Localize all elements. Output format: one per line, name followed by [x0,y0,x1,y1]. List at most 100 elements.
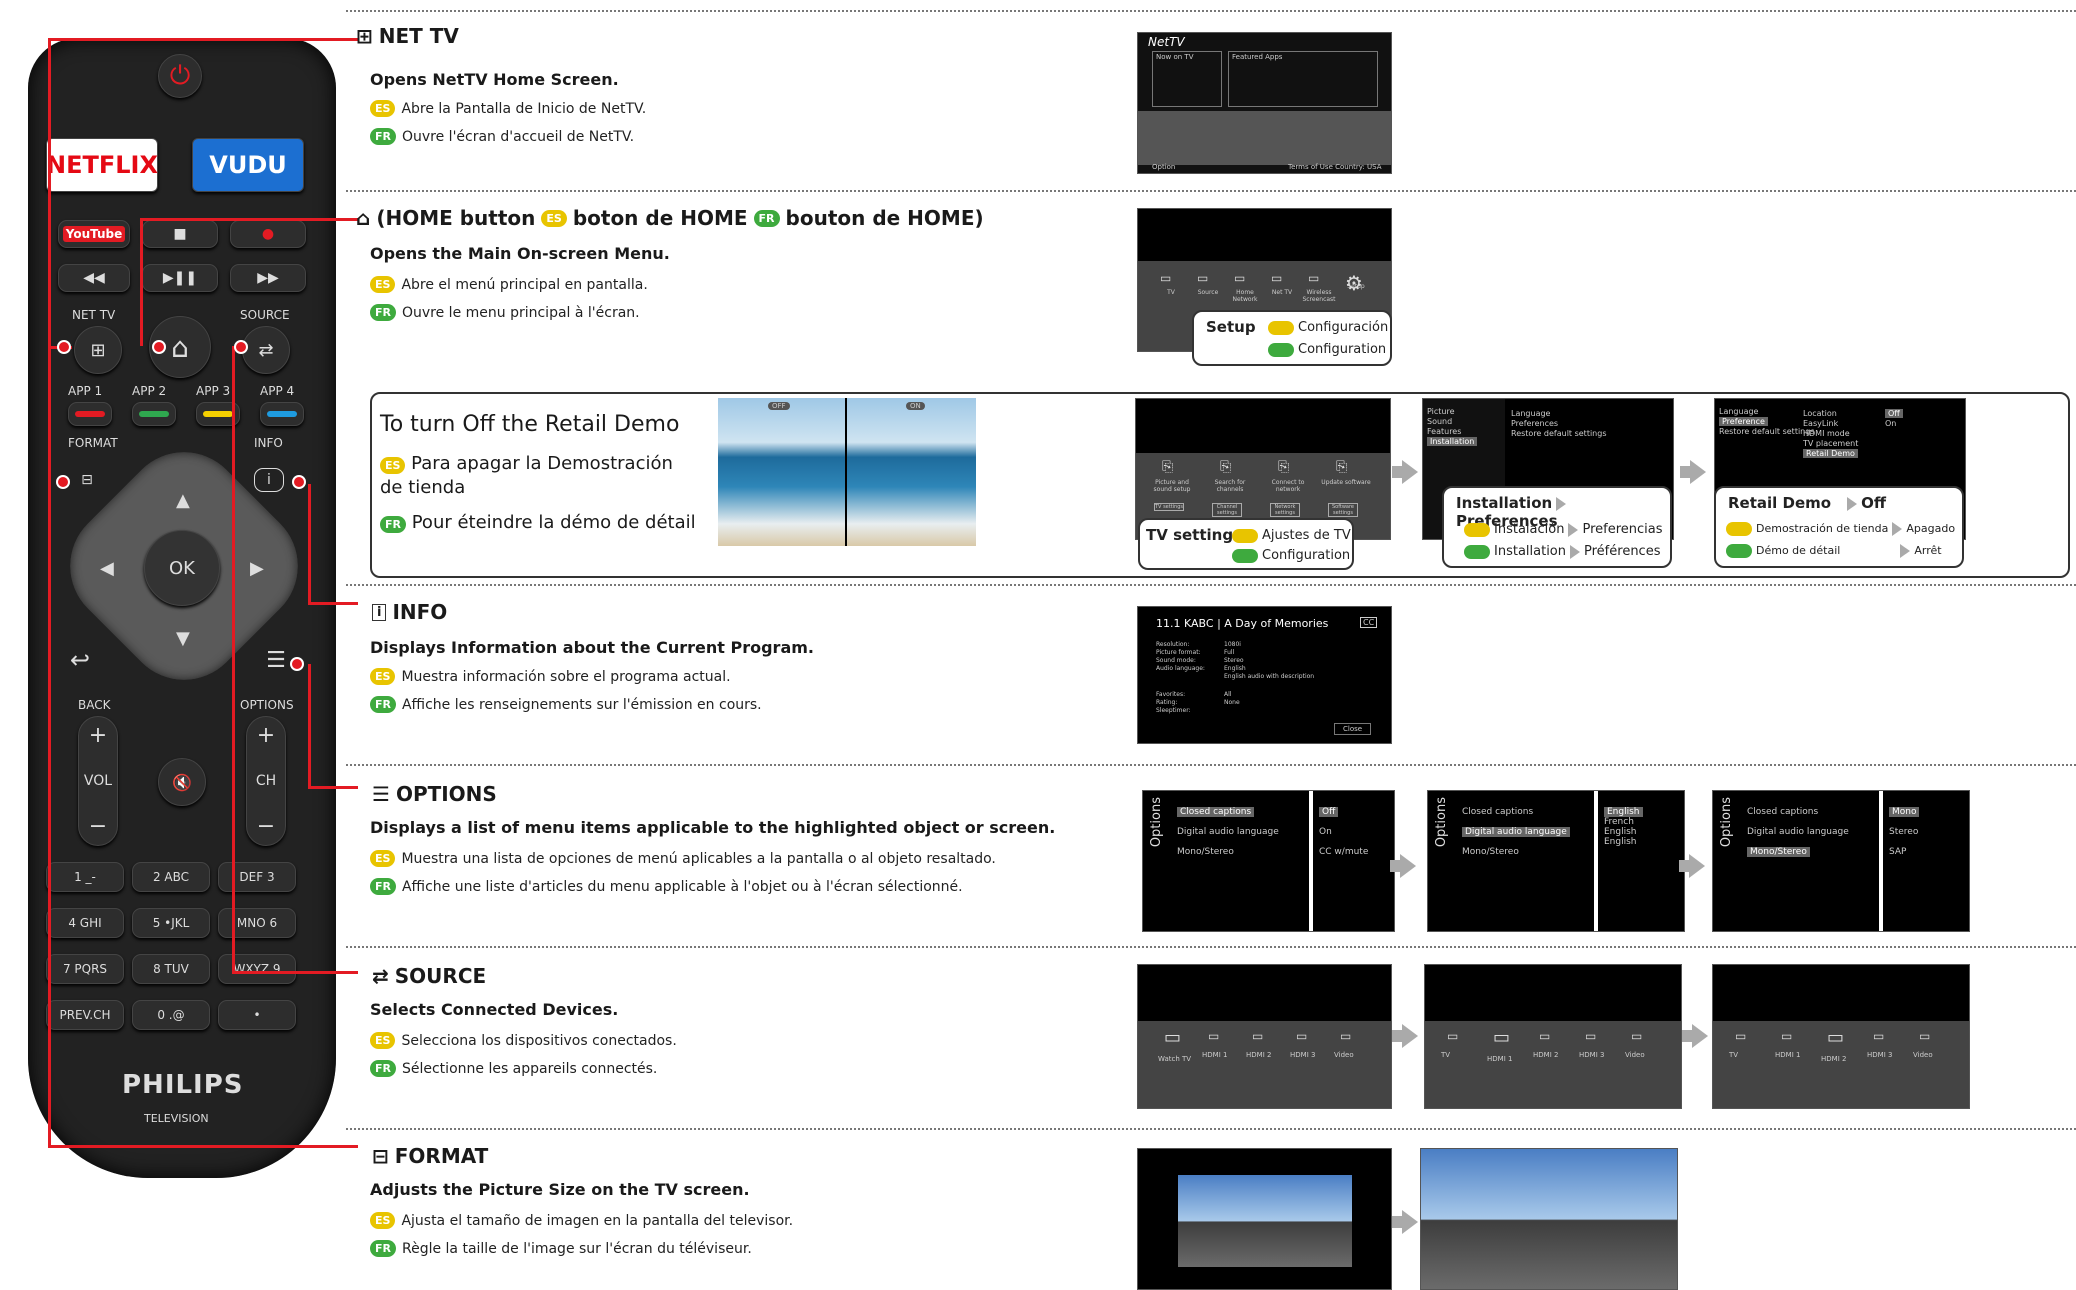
install-left-item[interactable]: Installation [1427,437,1478,446]
netflix-button[interactable]: NETFLIX [46,138,158,192]
keypad-key-0[interactable]: 1 _- [46,862,124,892]
home-menu-item[interactable]: Wireless Screencast [1302,289,1336,303]
keypad-key-1[interactable]: 2 ABC [132,862,210,892]
install-right-item[interactable]: Language [1511,409,1550,418]
stop-button[interactable]: ■ [142,220,218,248]
options-item[interactable]: Closed captions [1747,807,1818,817]
retail-right-item[interactable]: On [1885,419,1896,428]
keypad-key-2[interactable]: DEF 3 [218,862,296,892]
source-item[interactable]: Video [1913,1051,1933,1059]
tv-settings-item[interactable]: Connect to network [1262,479,1314,493]
channel-rocker[interactable]: + CH − [246,716,286,846]
fast-forward-button[interactable]: ▶▶ [230,264,306,292]
options-value[interactable]: French [1604,817,1634,827]
volume-rocker[interactable]: + VOL − [78,716,118,846]
power-button[interactable]: ⏻ [158,54,202,98]
play-pause-button[interactable]: ▶❚❚ [142,264,218,292]
retail-left-item[interactable]: Language [1719,407,1758,416]
keypad-key-9[interactable]: PREV.CH [46,1000,124,1030]
install-left-item[interactable]: Picture [1427,407,1455,416]
format-button[interactable]: ⊟ [72,468,102,492]
retail-mid-item[interactable]: EasyLink [1803,419,1838,428]
options-value[interactable]: English [1604,807,1643,817]
source-item[interactable]: Watch TV [1158,1055,1191,1063]
options-value[interactable]: English [1604,837,1637,847]
home-menu-item[interactable]: Source [1191,289,1225,296]
tv-settings-item[interactable]: Update software [1320,479,1372,486]
tv-settings-item[interactable]: Search for channels [1204,479,1256,493]
keypad-key-10[interactable]: 0 .@ [132,1000,210,1030]
home-menu-item[interactable]: TV [1154,289,1188,296]
install-right-item[interactable]: Restore default settings [1511,429,1607,438]
info-button[interactable]: i [254,468,284,492]
options-item[interactable]: Digital audio language [1747,827,1849,837]
install-left-item[interactable]: Sound [1427,417,1452,426]
tv-settings-button[interactable]: Network settings [1270,503,1300,517]
source-item[interactable]: TV [1729,1051,1738,1059]
keypad-key-11[interactable]: • [218,1000,296,1030]
source-item[interactable]: HDMI 1 [1487,1055,1512,1063]
retail-mid-item[interactable]: HDMI mode [1803,429,1850,438]
retail-left-item[interactable]: Restore default settings [1719,427,1815,436]
mute-button[interactable]: 🔇 [158,758,206,806]
source-item[interactable]: Video [1625,1051,1645,1059]
net-tv-button[interactable]: ⊞ [74,326,122,374]
source-item[interactable]: HDMI 3 [1867,1051,1892,1059]
keypad-key-7[interactable]: 8 TUV [132,954,210,984]
source-item[interactable]: HDMI 2 [1246,1051,1271,1059]
source-item[interactable]: Video [1334,1051,1354,1059]
source-item[interactable]: HDMI 2 [1821,1055,1846,1063]
youtube-button[interactable]: YouTube [58,220,130,248]
dpad-left-icon[interactable]: ◀ [100,558,114,579]
install-left-item[interactable]: Features [1427,427,1461,436]
source-item[interactable]: HDMI 1 [1775,1051,1800,1059]
options-value[interactable]: English [1604,827,1637,837]
source-item[interactable]: HDMI 2 [1533,1051,1558,1059]
source-button[interactable]: ⇄ [242,326,290,374]
options-item[interactable]: Digital audio language [1462,827,1570,837]
source-item[interactable]: HDMI 3 [1579,1051,1604,1059]
back-button[interactable]: ↩ [58,642,102,678]
ok-button[interactable]: OK [144,530,220,606]
options-item[interactable]: Closed captions [1177,807,1255,817]
install-right-item[interactable]: Preferences [1511,419,1558,428]
blue-button[interactable] [260,402,304,426]
tv-settings-button[interactable]: Software settings [1328,503,1358,517]
keypad-key-6[interactable]: 7 PQRS [46,954,124,984]
tv-settings-button[interactable]: TV settings [1154,503,1184,511]
options-value[interactable]: Off [1319,807,1339,817]
options-item[interactable]: Mono/Stereo [1177,847,1234,857]
options-value[interactable]: Stereo [1889,827,1918,837]
options-item[interactable]: Closed captions [1462,807,1533,817]
dpad-up-icon[interactable]: ▲ [176,490,190,511]
keypad-key-3[interactable]: 4 GHI [46,908,124,938]
rewind-button[interactable]: ◀◀ [58,264,130,292]
retail-left-item[interactable]: Preference [1719,417,1768,426]
tv-settings-item[interactable]: Picture and sound setup [1146,479,1198,493]
info-close-button[interactable]: Close [1334,723,1372,735]
dpad-right-icon[interactable]: ▶ [250,558,264,579]
retail-mid-item[interactable]: Location [1803,409,1837,418]
options-item[interactable]: Mono/Stereo [1747,847,1810,857]
options-item[interactable]: Mono/Stereo [1462,847,1519,857]
retail-mid-item[interactable]: TV placement [1803,439,1858,448]
options-value[interactable]: SAP [1889,847,1906,857]
retail-right-item[interactable]: Off [1885,409,1903,418]
options-value[interactable]: CC w/mute [1319,847,1368,857]
keypad-key-8[interactable]: WXYZ 9 [218,954,296,984]
red-button[interactable] [68,402,112,426]
keypad-key-4[interactable]: 5 •JKL [132,908,210,938]
retail-mid-item[interactable]: Retail Demo [1803,449,1858,458]
source-item[interactable]: TV [1441,1051,1450,1059]
options-value[interactable]: On [1319,827,1332,837]
home-menu-item[interactable]: Home Network [1228,289,1262,303]
options-value[interactable]: Mono [1889,807,1920,817]
options-item[interactable]: Digital audio language [1177,827,1279,837]
vudu-button[interactable]: VUDU [192,138,304,192]
source-item[interactable]: HDMI 3 [1290,1051,1315,1059]
dpad-down-icon[interactable]: ▼ [176,628,190,649]
tv-settings-button[interactable]: Channel settings [1212,503,1242,517]
keypad-key-5[interactable]: MNO 6 [218,908,296,938]
home-menu-item[interactable]: Net TV [1265,289,1299,296]
record-button[interactable]: ● [230,220,306,248]
